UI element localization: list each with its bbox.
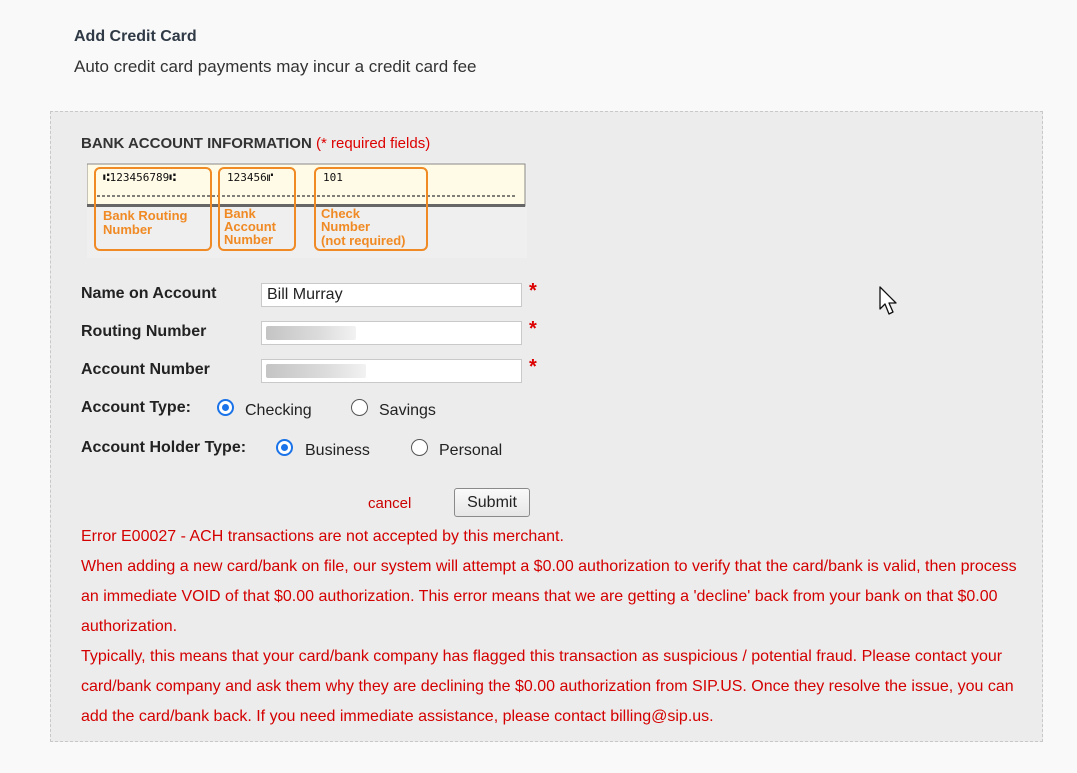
- radio-checking[interactable]: [217, 399, 234, 416]
- error-message: Error E00027 - ACH transactions are not …: [81, 522, 1031, 732]
- name-on-account-input[interactable]: [261, 283, 522, 307]
- routing-number-masked: [266, 326, 356, 340]
- section-heading: BANK ACCOUNT INFORMATION (* required fie…: [81, 135, 430, 152]
- check-label-2: Number: [321, 219, 370, 234]
- required-asterisk: *: [529, 280, 537, 302]
- error-paragraph-2: Typically, this means that your card/ban…: [81, 648, 1014, 725]
- routing-number-label: Routing Number: [81, 323, 207, 340]
- radio-personal-label[interactable]: Personal: [439, 442, 502, 460]
- radio-savings[interactable]: [351, 399, 368, 416]
- radio-checking-label[interactable]: Checking: [245, 402, 312, 420]
- check-digits: 101: [323, 171, 343, 184]
- name-on-account-label: Name on Account: [81, 285, 217, 302]
- account-digits: 123456⑈: [227, 171, 274, 184]
- routing-label-1: Bank Routing: [103, 208, 188, 223]
- account-number-masked: [266, 364, 366, 378]
- section-heading-text: BANK ACCOUNT INFORMATION: [81, 135, 312, 152]
- submit-button[interactable]: Submit: [454, 488, 530, 517]
- routing-label-2: Number: [103, 222, 152, 237]
- radio-business[interactable]: [276, 439, 293, 456]
- bank-account-panel: BANK ACCOUNT INFORMATION (* required fie…: [50, 111, 1043, 742]
- mouse-cursor-icon: [879, 286, 897, 315]
- routing-digits: ⑆123456789⑆: [103, 171, 176, 184]
- radio-personal[interactable]: [411, 439, 428, 456]
- error-code-line: Error E00027 - ACH transactions are not …: [81, 528, 564, 545]
- required-asterisk: *: [529, 318, 537, 340]
- page-subtitle: Auto credit card payments may incur a cr…: [74, 57, 477, 76]
- required-asterisk: *: [529, 356, 537, 378]
- cancel-link[interactable]: cancel: [368, 495, 411, 512]
- error-paragraph-1: When adding a new card/bank on file, our…: [81, 558, 1017, 635]
- account-holder-type-label: Account Holder Type:: [81, 439, 247, 456]
- check-illustration: ⑆123456789⑆ 123456⑈ 101 Bank Routing Num…: [87, 162, 527, 258]
- radio-savings-label[interactable]: Savings: [379, 402, 436, 420]
- account-number-label: Account Number: [81, 361, 210, 378]
- radio-business-label[interactable]: Business: [305, 442, 370, 460]
- check-label-3: (not required): [321, 233, 406, 248]
- required-fields-note: (* required fields): [315, 135, 431, 152]
- account-type-label: Account Type:: [81, 399, 191, 416]
- page-title: Add Credit Card: [74, 28, 197, 45]
- account-label-3: Number: [224, 232, 273, 247]
